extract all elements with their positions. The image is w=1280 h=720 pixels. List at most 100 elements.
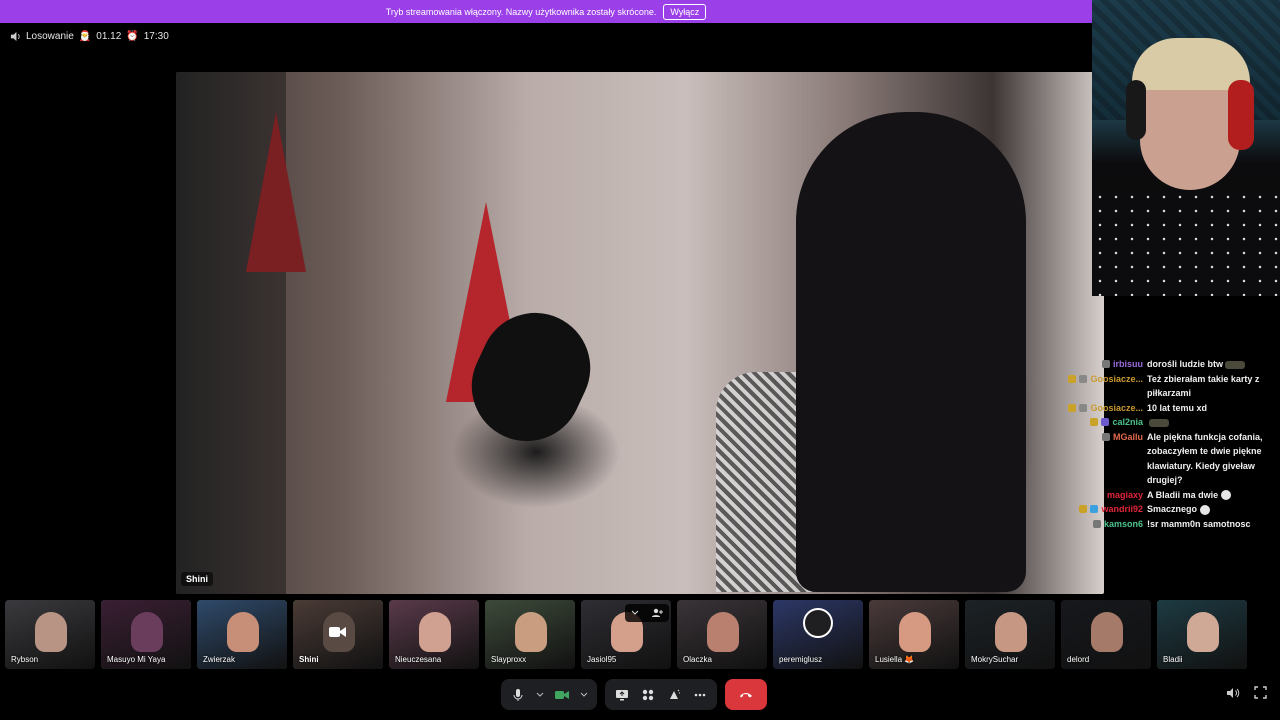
chevron-down-icon — [580, 692, 588, 697]
banner-message: Tryb streamowania włączony. Nazwy użytko… — [385, 6, 657, 17]
participant-tile[interactable]: delord — [1061, 600, 1151, 669]
obs-logo-icon — [803, 608, 833, 638]
chat-message: Goosiacze... 10 lat temu xd — [1060, 401, 1275, 416]
chat-message-body: A Bladii ma dwie — [1147, 489, 1219, 500]
activities-button[interactable] — [637, 684, 659, 706]
participant-tile[interactable]: Bladii — [1157, 600, 1247, 669]
chat-message: irbisuu dorośli ludzie btw — [1060, 357, 1275, 372]
chat-message-body: Ale piękna funkcja cofania, zobaczyłem t… — [1147, 431, 1263, 486]
streamer-shirt — [1092, 190, 1280, 296]
participant-tile[interactable]: Lusiella 🦊 — [869, 600, 959, 669]
user-badge-icon — [1090, 505, 1099, 514]
participant-name: Zwierzak — [203, 655, 236, 664]
chat-message: kamson6 !sr mamm0n samotnosc — [1060, 517, 1275, 532]
chat-message-text — [1147, 415, 1275, 430]
microphone-options-button[interactable] — [533, 684, 547, 706]
participant-name: Bladii — [1163, 655, 1183, 664]
alarm-clock-emoji: ⏰ — [126, 31, 139, 42]
chat-message-author: cal2nia — [1060, 415, 1147, 430]
participant-name: Jasiol95 — [587, 655, 617, 664]
participant-name: MokrySuchar — [971, 655, 1019, 664]
santa-emoji: 🎅 — [78, 31, 92, 42]
tile-options-button[interactable] — [625, 604, 669, 622]
participant-tile[interactable]: MokrySuchar — [965, 600, 1055, 669]
chat-message: cal2nia — [1060, 415, 1275, 430]
participant-silhouette — [995, 612, 1027, 652]
participant-name: Rybson — [11, 655, 39, 664]
participant-silhouette — [515, 612, 547, 652]
share-activity-group — [605, 679, 717, 710]
participant-tile[interactable]: Olaczka — [677, 600, 767, 669]
participant-silhouette — [1091, 612, 1123, 652]
fullscreen-icon[interactable] — [1254, 686, 1267, 699]
participant-tile[interactable]: Nieuczesana — [389, 600, 479, 669]
participant-name: Nieuczesana — [395, 655, 442, 664]
participant-name: delord — [1067, 655, 1090, 664]
participant-tile[interactable]: Zwierzak — [197, 600, 287, 669]
chat-emote-icon — [1225, 360, 1245, 369]
soundboard-button[interactable] — [663, 684, 685, 706]
app-root: Tryb streamowania włączony. Nazwy użytko… — [0, 0, 1280, 720]
participant-silhouette — [35, 612, 67, 652]
chat-username[interactable]: wandrii92 — [1101, 502, 1143, 517]
participant-tile[interactable]: peremiglusz — [773, 600, 863, 669]
chat-message-text: Smacznego — [1147, 502, 1275, 517]
participant-silhouette — [227, 612, 259, 652]
camera-icon — [555, 690, 569, 699]
chat-face-emote-icon — [1221, 490, 1232, 501]
streamer-mode-banner: Tryb streamowania włączony. Nazwy użytko… — [0, 0, 1092, 23]
participant-silhouette — [707, 612, 739, 652]
hang-up-icon — [740, 693, 752, 698]
user-badge-icon — [1079, 374, 1088, 383]
chat-message-text: Też zbierałam takie karty z piłkarzami — [1147, 372, 1275, 401]
chat-username[interactable]: MGallu — [1113, 430, 1143, 445]
user-badge-icon — [1101, 418, 1110, 427]
chat-message-author: wandrii92 — [1060, 502, 1147, 517]
user-badge-icon — [1101, 360, 1110, 369]
chat-message-author: magiaxy — [1060, 488, 1147, 503]
chat-message-author: Goosiacze... — [1060, 372, 1147, 387]
chat-message-body: Też zbierałam takie karty z piłkarzami — [1147, 373, 1260, 399]
call-controls — [501, 679, 767, 710]
chat-username[interactable]: kamson6 — [1104, 517, 1143, 532]
chat-message-text: 10 lat temu xd — [1147, 401, 1275, 416]
activities-icon — [642, 689, 654, 700]
participant-silhouette — [1187, 612, 1219, 652]
participant-tile[interactable]: Rybson — [5, 600, 95, 669]
chat-message: Goosiacze... Też zbierałam takie karty z … — [1060, 372, 1275, 401]
user-badge-icon — [1092, 519, 1101, 528]
camera-icon — [328, 622, 348, 642]
camera-button[interactable] — [551, 684, 573, 706]
participant-tile[interactable]: Masuyo Mi Yaya — [101, 600, 191, 669]
volume-icon[interactable] — [1226, 686, 1240, 700]
chat-username[interactable]: Goosiacze... — [1090, 401, 1143, 416]
user-badge-icon — [1079, 505, 1088, 514]
participant-tile[interactable]: Shini — [293, 600, 383, 669]
participant-name: Olaczka — [683, 655, 712, 664]
chat-username[interactable]: irbisuu — [1113, 357, 1143, 372]
screen-share-button[interactable] — [611, 684, 633, 706]
stream-chat: irbisuu dorośli ludzie btw Goosiacze... Też… — [1060, 357, 1275, 531]
more-options-button[interactable] — [689, 684, 711, 706]
disable-streamer-mode-button[interactable]: Wyłącz — [663, 3, 707, 20]
participant-tile[interactable]: Jasiol95 — [581, 600, 671, 669]
user-badge-icon — [1090, 418, 1099, 427]
mic-camera-group — [501, 679, 597, 710]
microphone-button[interactable] — [507, 684, 529, 706]
microphone-icon — [513, 688, 523, 701]
chat-emote-icon — [1149, 418, 1169, 427]
santa-hat-shape — [246, 112, 306, 272]
chat-message: MGallu Ale piękna funkcja cofania, zobacz… — [1060, 430, 1275, 488]
disconnect-button[interactable] — [725, 679, 767, 710]
streamer-webcam — [1092, 0, 1280, 296]
headphones-icon — [1126, 80, 1146, 140]
participant-tile[interactable]: Slayproxx — [485, 600, 575, 669]
chat-message: wandrii92 Smacznego — [1060, 502, 1275, 517]
camera-options-button[interactable] — [577, 684, 591, 706]
chat-username[interactable]: Goosiacze... — [1090, 372, 1143, 387]
voice-channel-status: Losowanie 🎅 01.12 ⏰ 17:30 — [10, 31, 169, 42]
chat-username[interactable]: cal2nia — [1112, 415, 1143, 430]
main-stream-video[interactable] — [176, 72, 1104, 594]
chat-message-author: Goosiacze... — [1060, 401, 1147, 416]
chat-username[interactable]: magiaxy — [1107, 488, 1143, 503]
